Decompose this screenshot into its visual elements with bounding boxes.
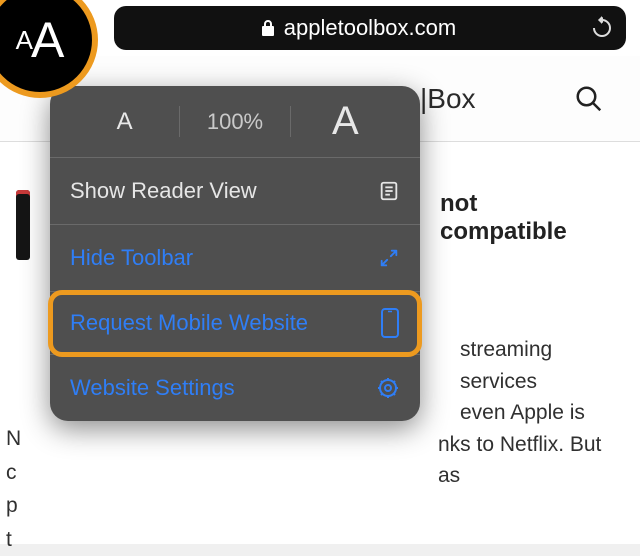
url-text: appletoolbox.com <box>284 15 456 41</box>
hide-toolbar-label: Hide Toolbar <box>70 245 193 271</box>
search-icon[interactable] <box>574 84 604 114</box>
article-headline-fragment: not compatible <box>440 190 610 246</box>
request-mobile-website[interactable]: Request Mobile Website <box>50 292 420 355</box>
text-size-row: A 100% A <box>50 86 420 158</box>
site-brand-fragment: |Box <box>420 83 476 115</box>
article-frag-1: streaming services <box>460 334 610 397</box>
expand-icon <box>378 247 400 269</box>
increase-text-button[interactable]: A <box>291 106 400 137</box>
show-reader-label: Show Reader View <box>70 178 257 204</box>
hide-toolbar[interactable]: Hide Toolbar <box>50 225 420 292</box>
decrease-text-button[interactable]: A <box>70 106 180 137</box>
article-thumbnail <box>16 190 30 260</box>
website-settings-label: Website Settings <box>70 375 235 401</box>
lock-icon <box>260 19 276 37</box>
big-a-icon: A <box>31 15 64 65</box>
show-reader-view[interactable]: Show Reader View <box>50 158 420 225</box>
website-settings[interactable]: Website Settings <box>50 355 420 421</box>
article-frag-2: even Apple is <box>460 397 610 429</box>
reader-icon <box>378 180 400 202</box>
article-frag-3: nks to Netflix. But as <box>438 429 610 492</box>
phone-icon <box>380 308 400 338</box>
request-mobile-label: Request Mobile Website <box>70 309 308 338</box>
page-format-popover: A 100% A Show Reader View Hide Toolbar R… <box>50 86 420 421</box>
article-left-letters: Ncpt <box>6 422 21 556</box>
url-display: appletoolbox.com <box>126 15 590 41</box>
address-bar[interactable]: appletoolbox.com <box>114 6 626 50</box>
zoom-level[interactable]: 100% <box>180 106 290 137</box>
gear-icon <box>376 376 400 400</box>
reload-icon[interactable] <box>590 16 614 40</box>
